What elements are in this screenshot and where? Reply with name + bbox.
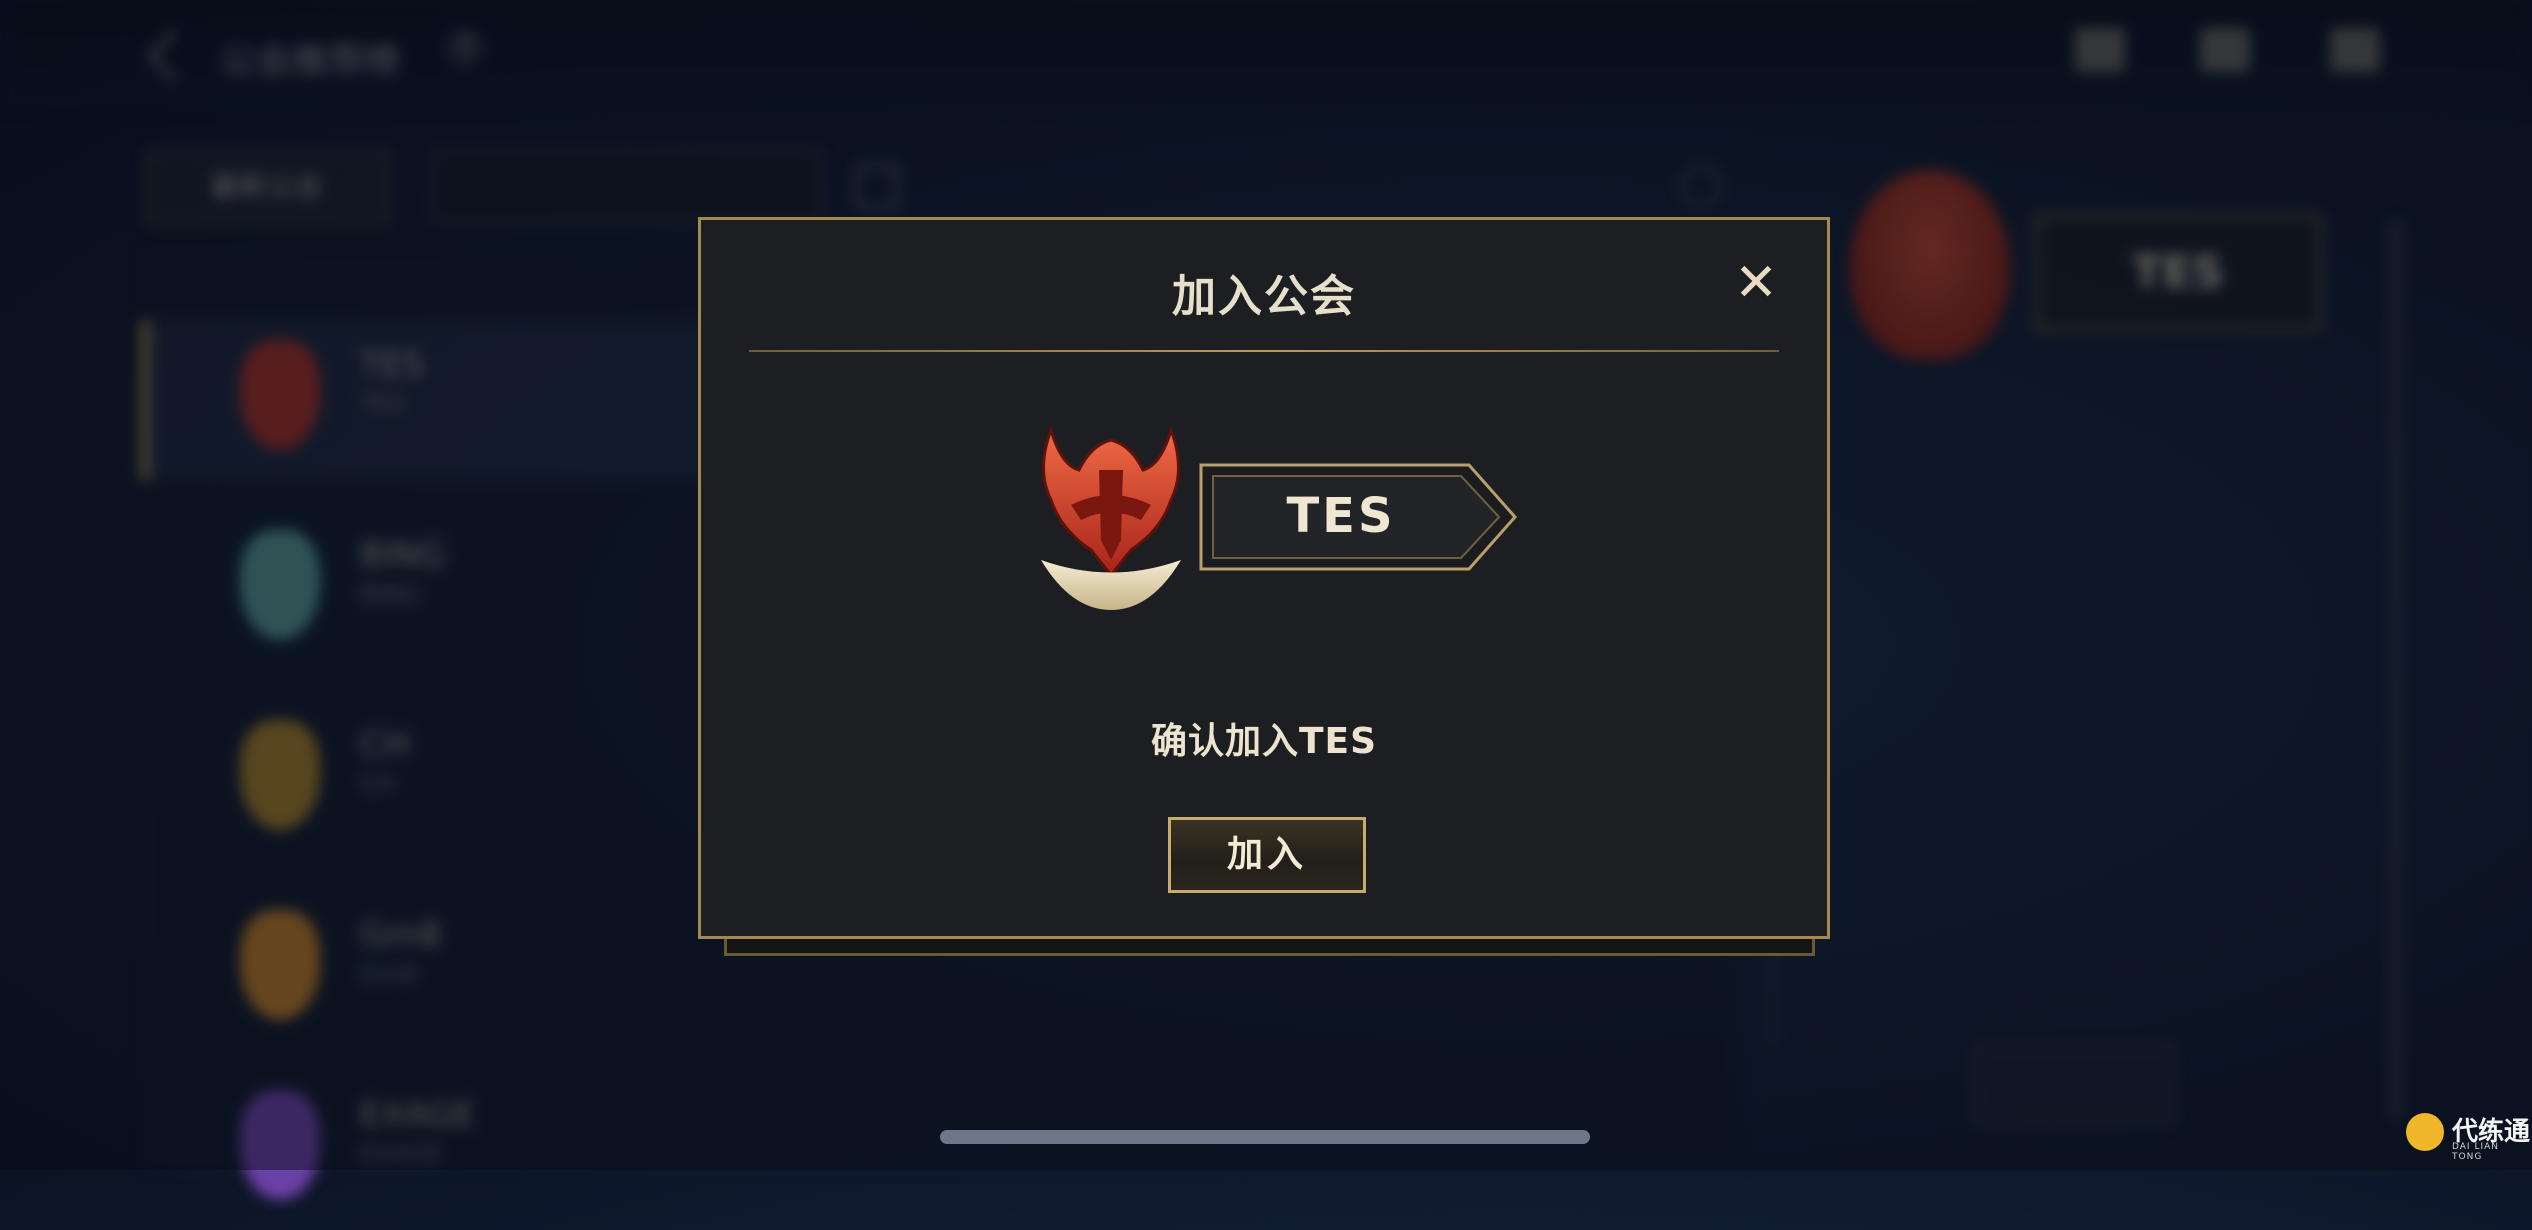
join-guild-dialog: 加入公会 ✕ TES 确认加入TES 加入 xyxy=(698,217,1830,939)
close-icon[interactable]: ✕ xyxy=(1731,257,1781,309)
title-divider xyxy=(749,350,1779,352)
home-indicator[interactable] xyxy=(940,1130,1590,1144)
join-button[interactable]: 加入 xyxy=(1168,817,1366,893)
confirm-message: 确认加入TES xyxy=(1150,721,1378,762)
dialog-title: 加入公会 xyxy=(1172,271,1356,322)
watermark-subtext: DAI LIAN TONG xyxy=(2452,1142,2500,1162)
guild-crest-icon xyxy=(1041,425,1181,610)
watermark-icon xyxy=(2406,1113,2444,1151)
watermark-logo: 代练通 DAI LIAN TONG xyxy=(2400,1105,2530,1162)
guild-name: TES xyxy=(1286,488,1396,544)
